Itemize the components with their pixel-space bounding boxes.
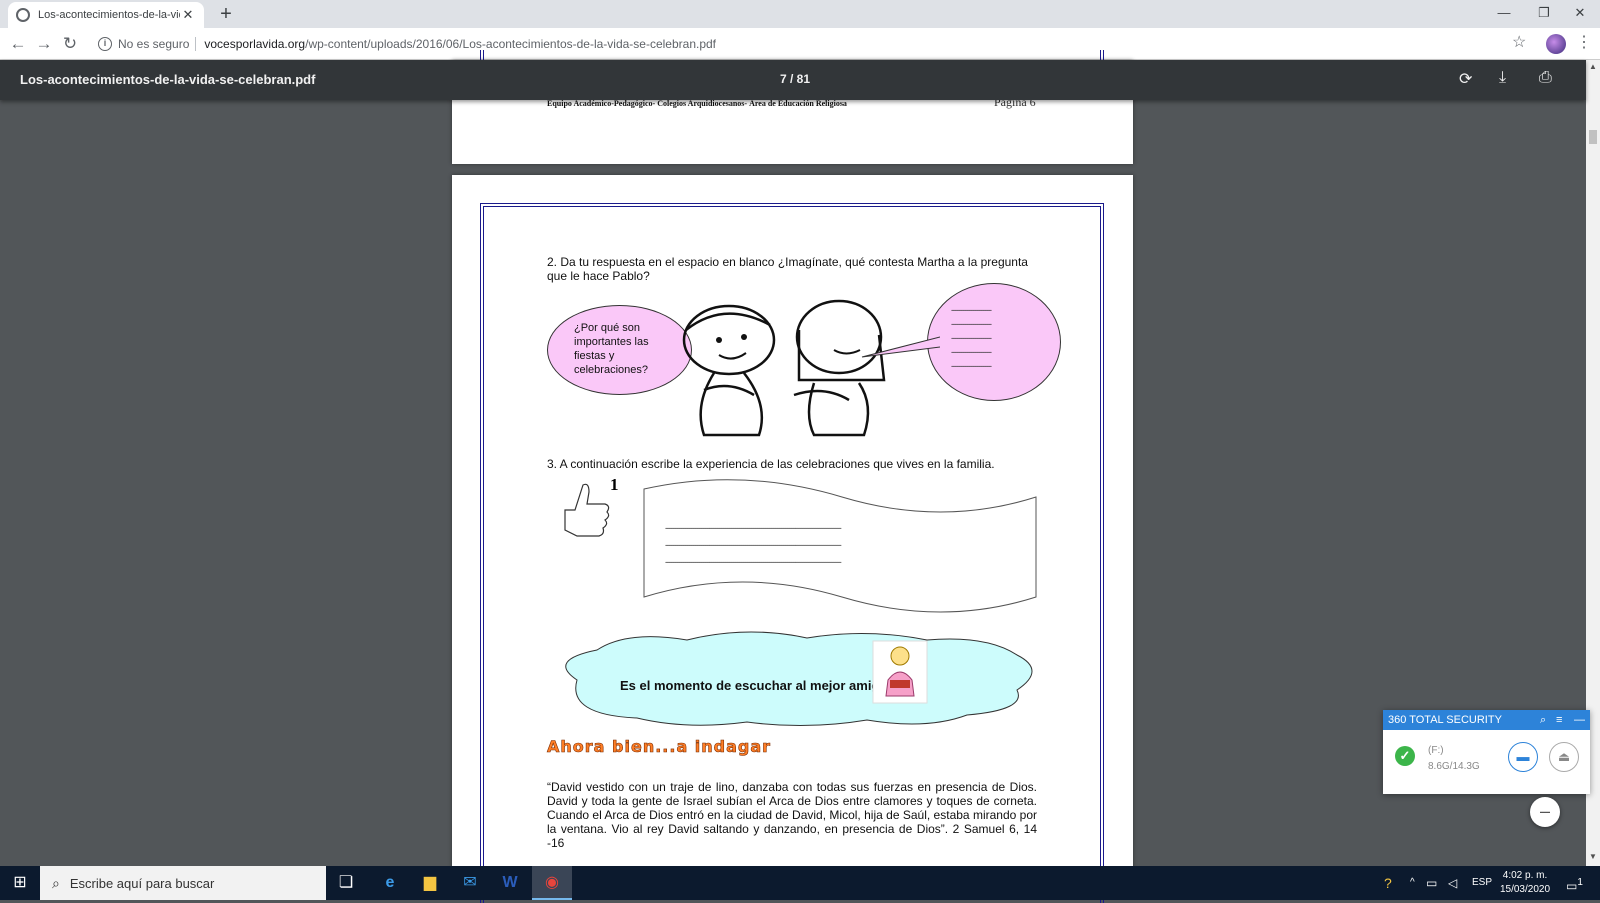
clock[interactable]: 4:02 p. m. 15/03/2020 [1488,869,1562,897]
answer-line: -------------------- [951,347,992,357]
print-icon[interactable]: ⎙ [1539,69,1552,87]
minimize-icon[interactable]: — [1484,0,1524,28]
eject-button[interactable]: ⏏ [1549,742,1579,772]
file-explorer-icon[interactable]: ▆ [410,866,450,900]
drive-info: (F:) 8.6G/14.3G [1428,743,1480,775]
bookmark-star-icon[interactable]: ☆ [1512,32,1526,52]
security-header: 360 TOTAL SECURITY ⌕ ≡ — [1383,710,1590,730]
download-icon[interactable]: ⤓ [1499,69,1506,87]
banner-lines: ----------------------------------------… [665,520,842,571]
check-icon: ✓ [1395,746,1415,766]
speech-bubble-right [927,283,1061,401]
reload-icon[interactable]: ↻ [58,32,82,56]
divider [195,37,197,51]
writing-line: ----------------------------------------… [665,557,842,567]
network-icon[interactable]: ▭ [1426,866,1437,900]
volume-icon[interactable]: ◁ [1448,866,1457,900]
answer-line: -------------------- [951,319,992,329]
back-icon[interactable]: ← [6,32,30,56]
info-icon[interactable]: i [98,37,112,51]
drive-label: (F:) [1428,745,1444,756]
bubble-tail [861,336,940,358]
notification-count: 1 [1577,877,1583,888]
scroll-up-icon[interactable]: ▲ [1589,62,1597,71]
page-indicator: 7 / 81 [780,72,811,86]
question-3: 3. A continuación escribe la experiencia… [547,457,995,471]
answer-lines: -------------------- -------------------… [951,303,992,373]
children-illustration [682,299,886,437]
chrome-icon[interactable]: ◉ [532,866,572,900]
menu-icon[interactable]: ≡ [1556,710,1562,730]
pdf-filename: Los-acontecimientos-de-la-vida-se-celebr… [20,72,316,87]
url-text: vocesporlavida.org/wp-content/uploads/20… [204,37,716,51]
pdf-page-7: 2. Da tu respuesta en el espacio en blan… [452,175,1133,903]
profile-avatar[interactable] [1546,34,1566,54]
clock-date: 15/03/2020 [1499,884,1551,895]
windows-taskbar: ⊞ ⌕ Escribe aquí para buscar ❏ e ▆ ✉ W ◉… [0,866,1600,900]
scroll-down-icon[interactable]: ▼ [1589,852,1597,861]
scroll-thumb[interactable] [1589,130,1597,144]
mail-icon[interactable]: ✉ [450,866,490,900]
globe-icon [16,8,30,22]
section-heading: Ahora bien...a indagar [547,737,772,757]
girl-reading-illustration [872,640,928,704]
eject-icon: ⏏ [1557,749,1571,764]
open-folder-button[interactable]: ▬ [1508,742,1538,772]
writing-line: ----------------------------------------… [665,540,842,550]
answer-line: -------------------- [951,305,992,315]
folder-icon: ▬ [1516,749,1530,764]
taskbar-search[interactable]: ⌕ Escribe aquí para buscar [40,866,326,900]
browser-tab[interactable]: Los-acontecimientos-de-la-vida- ✕ [8,2,204,28]
search-placeholder: Escribe aquí para buscar [69,875,215,891]
word-icon[interactable]: W [490,866,530,900]
restore-icon[interactable]: ❐ [1524,0,1564,28]
tab-title: Los-acontecimientos-de-la-vida- [38,9,180,21]
tab-strip: Los-acontecimientos-de-la-vida- ✕ + — ❐ … [0,0,1600,28]
cloud-text: Es el momento de escuchar al mejor amigo [620,678,888,693]
answer-line: -------------------- [951,333,992,343]
url-host: vocesporlavida.org [204,37,306,51]
notifications-icon[interactable]: ▭1 [1566,866,1583,900]
close-tab-icon[interactable]: ✕ [180,7,196,23]
task-view-icon[interactable]: ❏ [326,866,366,900]
search-icon[interactable]: ⌕ [1540,710,1546,730]
clock-time: 4:02 p. m. [1502,870,1548,881]
show-hidden-icons[interactable]: ^ [1410,866,1415,900]
edge-icon[interactable]: e [370,866,410,900]
drive-usage: 8.6G/14.3G [1428,761,1480,772]
security-widget: 360 TOTAL SECURITY ⌕ ≡ — ✓ (F:) 8.6G/14.… [1383,710,1590,794]
pdf-toolbar: Los-acontecimientos-de-la-vida-se-celebr… [0,60,1586,100]
rotate-icon[interactable]: ⟳ [1459,69,1472,89]
page-footer: Equipo Académico-Pedagógico- Colegios Ar… [547,99,847,108]
bubble-left-text: ¿Por qué son importantes las fiestas y c… [574,322,649,376]
menu-kebab-icon[interactable]: ⋮ [1576,32,1592,52]
security-title: 360 TOTAL SECURITY [1388,714,1502,726]
close-window-icon[interactable]: ✕ [1560,0,1600,28]
security-status: No es seguro [118,37,190,51]
new-tab-button[interactable]: + [214,3,238,25]
zoom-out-button[interactable]: – [1530,797,1560,827]
minimize-icon[interactable]: — [1574,710,1585,730]
forward-icon[interactable]: → [32,32,56,56]
help-icon[interactable]: ? [1384,866,1392,900]
step-number: 1 [610,475,619,494]
answer-line: -------------------- [951,361,992,371]
bible-quote: “David vestido con un traje de lino, dan… [547,780,1037,850]
windows-start-icon[interactable]: ⊞ [0,866,40,900]
writing-line: ----------------------------------------… [665,523,842,533]
thumbs-up-icon [564,483,610,537]
question-2: 2. Da tu respuesta en el espacio en blan… [547,255,1028,283]
url-path: /wp-content/uploads/2016/06/Los-aconteci… [305,37,717,51]
search-icon: ⌕ [52,874,60,891]
